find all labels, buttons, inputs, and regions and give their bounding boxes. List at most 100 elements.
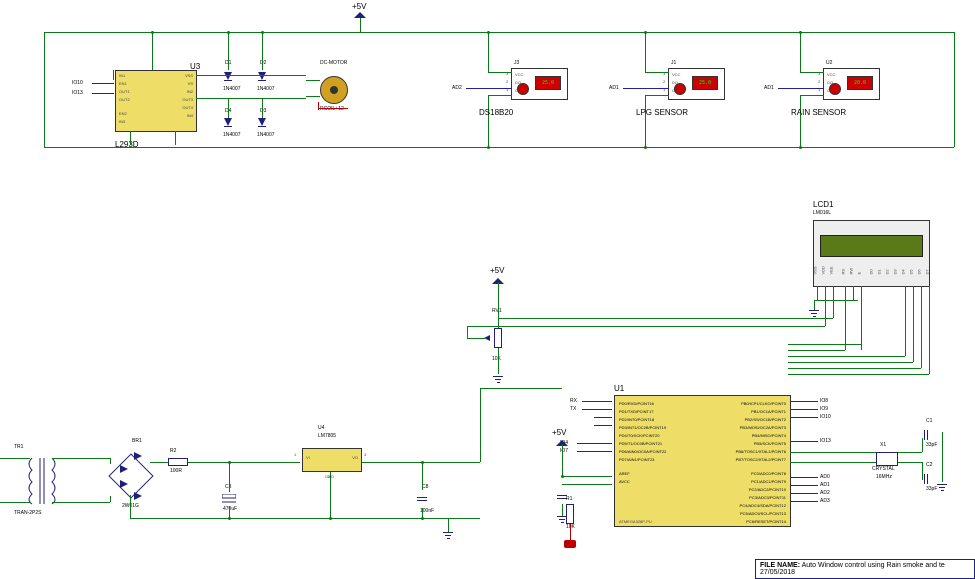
wire	[306, 80, 320, 81]
wire	[942, 432, 943, 482]
power-arrow	[354, 12, 366, 20]
wire	[228, 98, 229, 118]
wire	[788, 350, 845, 351]
wire-bottom-rail	[44, 147, 954, 148]
title-block-date: 27/05/2018	[760, 569, 795, 576]
node	[799, 31, 802, 34]
wire	[790, 501, 818, 502]
wire	[814, 300, 858, 301]
wire	[498, 282, 499, 300]
bridge-d4	[134, 492, 142, 502]
d2-type: 1N4007	[257, 86, 275, 92]
motor-label: DC-MOTOR	[320, 60, 347, 66]
wire	[467, 338, 485, 339]
wire	[92, 93, 114, 94]
wire	[130, 518, 480, 519]
d1-type: 1N4007	[223, 86, 241, 92]
u1-ad0: AD0	[820, 474, 830, 480]
bridge-d1	[120, 465, 128, 475]
u1-ad2: AD2	[820, 490, 830, 496]
wire	[790, 477, 818, 478]
wire	[577, 443, 612, 444]
wire	[110, 496, 111, 502]
u4-ref: U4	[318, 425, 324, 431]
wire	[645, 72, 669, 73]
node	[228, 461, 231, 464]
label-5v-rv1: +5V	[490, 266, 504, 275]
wire	[582, 401, 612, 402]
wire	[480, 388, 562, 389]
wire	[861, 344, 862, 350]
br1-ref: BR1	[132, 438, 142, 444]
wire	[645, 32, 646, 72]
dc-motor	[320, 76, 348, 104]
wire	[845, 286, 846, 350]
lcd	[813, 220, 930, 287]
wire	[800, 95, 801, 147]
c1	[919, 434, 933, 436]
node	[228, 517, 231, 520]
wire	[825, 286, 826, 326]
sensor-j3: J3 VCC DQ GND 25.0 3 2 1	[478, 68, 568, 113]
wire	[922, 462, 923, 480]
wire	[778, 88, 824, 89]
wire	[790, 485, 818, 486]
x1-ref: X1	[880, 442, 886, 448]
u1-io10: IO10	[820, 414, 831, 420]
sensor-u2: U2 VCC DQ GND 20.0 3 2 1	[790, 68, 880, 113]
tr1-ref: TR1	[14, 444, 23, 450]
u1-io8: IO8	[820, 398, 828, 404]
wire	[905, 286, 906, 356]
wire	[330, 472, 331, 518]
wire	[422, 462, 423, 490]
d4-type: 1N4007	[223, 132, 241, 138]
wire	[498, 318, 833, 319]
transformer	[14, 456, 74, 506]
wire	[196, 98, 306, 99]
u3-ic: IN1 EN1 OUT1 OUT2 EN2 IN3 VSS VS IN2 OUT…	[115, 70, 197, 132]
j1-name: LPG SENSOR	[636, 108, 688, 117]
wire	[488, 95, 489, 147]
u4: VI VO GND	[302, 448, 362, 472]
wire	[790, 493, 818, 494]
x1-val: 16MHz	[876, 474, 892, 480]
wire	[577, 451, 612, 452]
wire	[44, 32, 45, 147]
c1-ref: C1	[926, 418, 932, 424]
jumper	[564, 540, 576, 548]
wire-top-rail	[44, 32, 954, 33]
wire	[306, 96, 320, 97]
title-block: FILE NAME: Auto Window control using Rai…	[755, 559, 975, 579]
wire	[845, 344, 846, 350]
wire	[0, 458, 30, 459]
x1-type: CRYSTAL	[872, 466, 895, 472]
wire	[645, 95, 646, 147]
wire	[480, 388, 481, 462]
cap-aref	[561, 490, 563, 504]
u1-tx: TX	[570, 406, 576, 412]
c2-ref: C2	[926, 462, 932, 468]
node	[487, 31, 490, 34]
c2-val: 33pF	[926, 486, 937, 492]
wire	[788, 362, 913, 363]
node	[421, 461, 424, 464]
wire	[790, 441, 818, 442]
u1-rx: RX	[570, 398, 577, 404]
u1-io13: IO13	[820, 438, 831, 444]
r1-ref: R1	[566, 496, 572, 502]
wire-red	[318, 108, 348, 109]
wire	[898, 462, 922, 463]
c3	[222, 494, 236, 504]
wire	[152, 32, 153, 70]
wire	[262, 32, 263, 70]
node	[487, 146, 490, 149]
wire	[790, 409, 818, 410]
wire	[52, 458, 110, 459]
wire	[498, 348, 499, 374]
wire	[954, 32, 955, 147]
r2	[168, 458, 188, 466]
wire	[188, 462, 300, 463]
node	[329, 517, 332, 520]
sensor-j1: J1 VCC DQ GND 25.0 3 2 1	[635, 68, 725, 113]
wire	[488, 72, 512, 73]
